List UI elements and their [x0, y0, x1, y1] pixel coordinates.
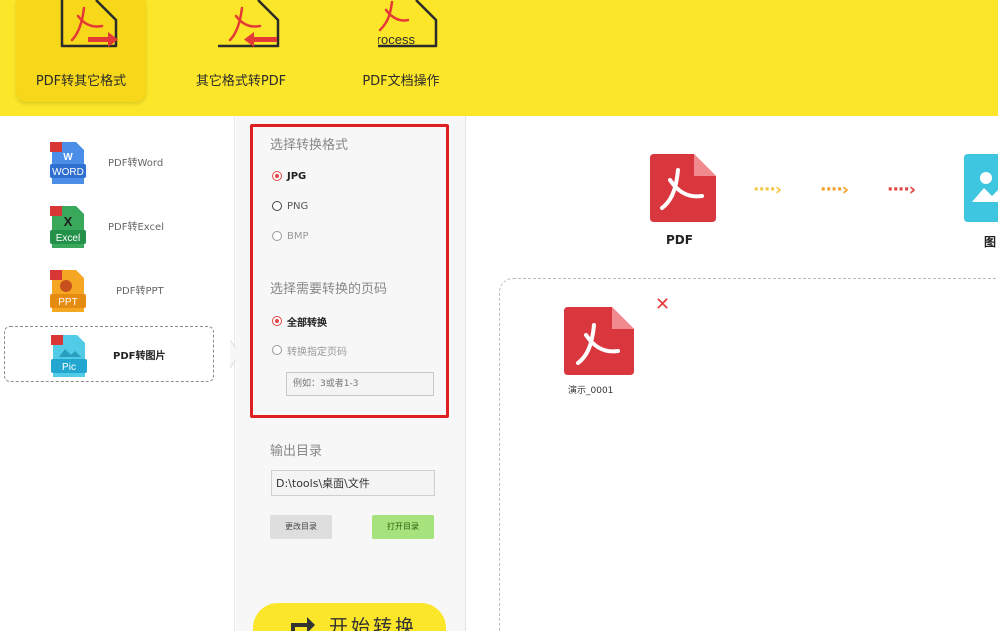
page-range-input[interactable] — [286, 372, 434, 396]
sidebar-item-label: PDF转图片 — [113, 351, 166, 362]
page-mode-label: 全部转换 — [287, 317, 327, 329]
format-option-bmp[interactable]: BMP — [272, 228, 309, 244]
pdf-file-icon — [648, 152, 718, 228]
sidebar-item-pic[interactable]: Pic PDF转图片 — [4, 326, 214, 382]
file-name: 演示_0001 — [568, 386, 614, 396]
radio-checked-icon — [272, 171, 282, 181]
flow-arrow-icon: ····› — [820, 180, 849, 200]
process-badge-text: Process — [378, 32, 415, 47]
radio-unchecked-icon — [272, 231, 282, 241]
format-option-label: JPG — [287, 170, 307, 182]
pdf-file-icon — [564, 307, 634, 375]
page-section-title: 选择需要转换的页码 — [270, 282, 388, 297]
start-convert-button[interactable]: 开始转换 — [253, 603, 446, 631]
open-dir-button[interactable]: 打开目录 — [372, 515, 434, 539]
sidebar-item-ppt[interactable]: PPT PDF转PPT — [4, 262, 214, 318]
flow-to-label: 图 — [984, 235, 997, 249]
pdf-converter-app: PDF转其它格式 其它格式转PDF Process — [0, 0, 998, 631]
sidebar-item-label: PDF转Word — [108, 158, 164, 169]
radio-unchecked-icon — [272, 201, 282, 211]
remove-file-icon[interactable]: ✕ — [655, 296, 670, 314]
picture-file-icon: Pic — [49, 333, 87, 377]
ppt-file-icon: PPT — [48, 268, 86, 312]
start-convert-label: 开始转换 — [329, 616, 418, 631]
format-option-png[interactable]: PNG — [272, 198, 308, 214]
other-to-pdf-icon — [202, 0, 298, 62]
top-toolbar: PDF转其它格式 其它格式转PDF Process — [0, 0, 998, 116]
format-option-label: PNG — [287, 200, 309, 212]
radio-unchecked-icon — [272, 345, 282, 355]
image-file-icon — [962, 152, 998, 228]
excel-badge: Excel — [56, 233, 80, 244]
sidebar-item-excel[interactable]: X Excel PDF转Excel — [4, 198, 214, 254]
word-file-icon: WORD W — [48, 140, 86, 184]
radio-checked-icon — [272, 316, 282, 326]
format-section-title: 选择转换格式 — [270, 138, 349, 153]
sidebar-item-label: PDF转PPT — [116, 286, 164, 297]
format-option-jpg[interactable]: JPG — [272, 168, 306, 184]
tab-label: PDF转其它格式 — [35, 74, 127, 89]
sidebar-item-word[interactable]: WORD W PDF转Word — [4, 134, 214, 190]
flow-arrow-icon: ····› — [887, 180, 916, 200]
tab-pdf-process[interactable]: Process PDF文档操作 — [336, 0, 466, 102]
page-mode-all[interactable]: 全部转换 — [272, 313, 327, 329]
ppt-badge: PPT — [58, 297, 77, 308]
output-section-title: 输出目录 — [270, 444, 323, 459]
tab-label: PDF文档操作 — [362, 74, 440, 89]
page-mode-label: 转换指定页码 — [287, 346, 347, 358]
convert-icon — [287, 613, 317, 631]
pdf-process-icon: Process — [362, 0, 458, 62]
tab-other-to-pdf[interactable]: 其它格式转PDF — [176, 0, 306, 102]
tab-label: 其它格式转PDF — [195, 74, 287, 89]
change-dir-button[interactable]: 更改目录 — [270, 515, 332, 539]
svg-text:X: X — [64, 214, 73, 229]
word-badge: WORD — [52, 167, 84, 178]
tab-pdf-to-other[interactable]: PDF转其它格式 — [16, 0, 146, 102]
pic-badge: Pic — [62, 362, 76, 373]
flow-arrow-icon: ····› — [753, 180, 782, 200]
page-mode-custom[interactable]: 转换指定页码 — [272, 342, 347, 358]
svg-text:W: W — [63, 152, 73, 163]
format-option-label: BMP — [287, 230, 309, 242]
pdf-to-other-icon — [58, 0, 138, 62]
sidebar-item-label: PDF转Excel — [108, 222, 164, 233]
excel-file-icon: X Excel — [48, 204, 86, 248]
flow-from-label: PDF — [666, 233, 693, 247]
output-dir-input[interactable] — [271, 470, 435, 496]
